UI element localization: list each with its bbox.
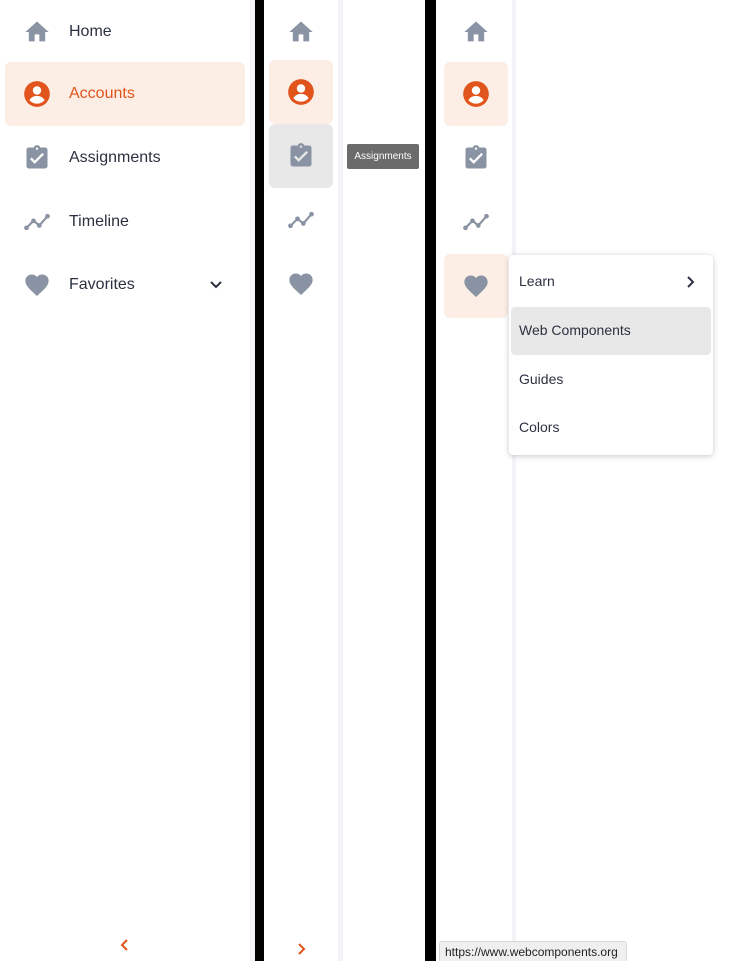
menu-item-label: Guides xyxy=(519,371,564,387)
chevron-right-icon[interactable] xyxy=(291,939,311,959)
menu-item-label: Web Components xyxy=(519,322,631,338)
panel-separator xyxy=(255,0,264,961)
heart-icon xyxy=(462,272,490,300)
nav-item-favorites[interactable]: Favorites xyxy=(5,253,245,317)
nav-item-label: Timeline xyxy=(69,213,129,230)
menu-item-learn[interactable]: Learn xyxy=(511,258,711,306)
nav-item-home[interactable]: Home xyxy=(5,0,245,64)
nav-item-label: Assignments xyxy=(69,149,161,166)
nav-item-timeline[interactable]: Timeline xyxy=(5,190,245,254)
chevron-left-icon[interactable] xyxy=(115,935,135,955)
rail-item-timeline[interactable] xyxy=(269,188,333,252)
collapsed-rail xyxy=(264,0,338,961)
nav-item-assignments[interactable]: Assignments xyxy=(5,126,245,190)
nav-item-accounts[interactable]: Accounts xyxy=(5,62,245,126)
chevron-right-icon xyxy=(683,275,697,289)
rail-divider xyxy=(338,0,343,961)
rail-item-timeline[interactable] xyxy=(444,190,508,254)
account-icon xyxy=(23,80,51,108)
rail-item-home[interactable] xyxy=(444,0,508,64)
heart-icon xyxy=(23,271,51,299)
rail-item-accounts[interactable] xyxy=(269,60,333,124)
assignment-icon xyxy=(462,144,490,172)
menu-item-label: Colors xyxy=(519,419,560,435)
rail-item-favorites[interactable] xyxy=(269,252,333,316)
tooltip: Assignments xyxy=(347,144,419,169)
panel-separator xyxy=(425,0,436,961)
rail-divider xyxy=(512,0,516,961)
menu-item-web-components[interactable]: Web Components xyxy=(511,307,711,355)
assignment-icon xyxy=(287,142,315,170)
home-icon xyxy=(462,18,490,46)
nav-item-label: Home xyxy=(69,23,112,40)
timeline-icon xyxy=(462,208,490,236)
timeline-icon xyxy=(287,206,315,234)
rail-item-assignments[interactable] xyxy=(269,124,333,188)
expanded-sidebar: Home Accounts Assignments Timeline Favor… xyxy=(0,0,255,961)
timeline-icon xyxy=(23,208,51,236)
menu-item-colors[interactable]: Colors xyxy=(511,404,711,452)
menu-item-label: Learn xyxy=(519,273,555,289)
menu-rail xyxy=(436,0,512,961)
account-icon xyxy=(287,78,315,106)
favorites-submenu: Learn Web Components Guides Colors xyxy=(509,255,713,455)
nav-item-label: Favorites xyxy=(69,276,135,293)
rail-item-home[interactable] xyxy=(269,0,333,64)
home-icon xyxy=(23,18,51,46)
menu-item-guides[interactable]: Guides xyxy=(511,356,711,404)
assignment-icon xyxy=(23,144,51,172)
status-url: https://www.webcomponents.org xyxy=(439,941,627,961)
rail-item-favorites[interactable] xyxy=(444,254,508,318)
rail-item-accounts[interactable] xyxy=(444,62,508,126)
chevron-down-icon[interactable] xyxy=(208,277,224,293)
home-icon xyxy=(287,18,315,46)
rail-item-assignments[interactable] xyxy=(444,126,508,190)
account-icon xyxy=(462,80,490,108)
nav-item-label: Accounts xyxy=(69,85,135,102)
heart-icon xyxy=(287,270,315,298)
